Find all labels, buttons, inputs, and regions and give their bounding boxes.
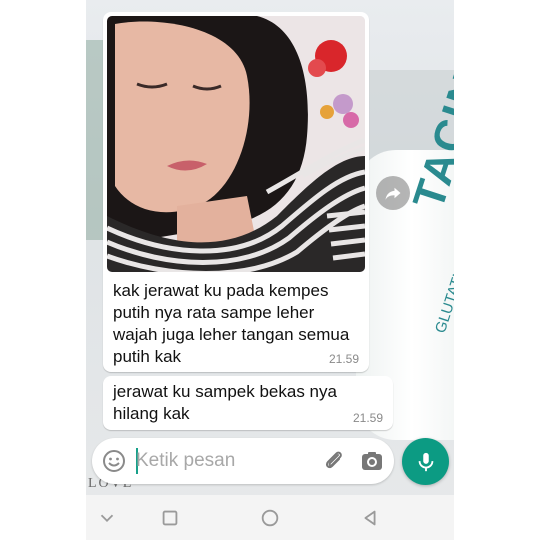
chat-screen: TACIN GLUTATHIONE 1 LOVE — [86, 0, 454, 540]
emoji-icon[interactable] — [102, 449, 126, 473]
forward-icon — [385, 187, 401, 200]
message-composer — [92, 438, 394, 484]
navigation-bar — [86, 495, 454, 540]
message-text: jerawat ku sampek bekas nya hilang kak — [113, 382, 337, 423]
message-input[interactable] — [136, 446, 316, 476]
text-message-bubble[interactable]: jerawat ku sampek bekas nya hilang kak 2… — [103, 376, 393, 430]
image-message-bubble[interactable]: kak jerawat ku pada kempes putih nya rat… — [103, 12, 369, 372]
selfie-photo — [107, 16, 365, 272]
square-icon[interactable] — [159, 507, 181, 529]
message-caption: kak jerawat ku pada kempes putih nya rat… — [113, 281, 350, 366]
forward-button[interactable] — [376, 176, 410, 210]
camera-icon[interactable] — [360, 449, 384, 473]
paperclip-icon[interactable] — [322, 449, 346, 473]
circle-icon[interactable] — [259, 507, 281, 529]
microphone-button[interactable] — [402, 438, 449, 485]
background-box — [86, 40, 104, 240]
microphone-icon — [418, 452, 433, 471]
message-time: 21.59 — [328, 352, 359, 366]
message-time: 21.59 — [352, 411, 383, 425]
message-photo[interactable] — [107, 16, 365, 272]
triangle-back-icon[interactable] — [359, 507, 381, 529]
chevron-down-icon[interactable] — [96, 507, 118, 529]
